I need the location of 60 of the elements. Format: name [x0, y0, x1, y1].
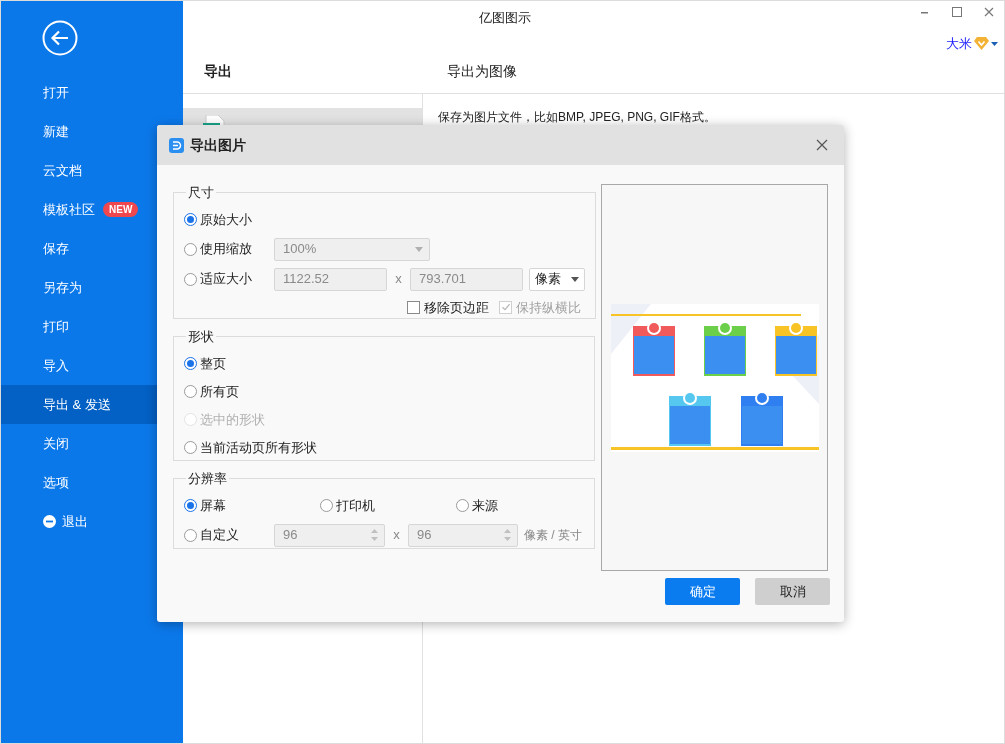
back-icon[interactable] [42, 20, 78, 56]
radio-label: 整页 [200, 354, 226, 373]
window-title: 亿图图示 [479, 9, 531, 27]
section-heading: 导出 [203, 62, 233, 81]
radio-button[interactable] [184, 357, 197, 370]
cancel-button[interactable]: 取消 [755, 578, 830, 605]
times-sign: x [394, 270, 403, 289]
section-heading: 导出为图像 [446, 62, 517, 81]
app-logo-icon [169, 137, 184, 153]
description: 保存为图片文件，比如BMP, JPEG, PNG, GIF格式。 [438, 109, 717, 126]
radio-button[interactable] [184, 441, 197, 454]
times-sign: x [392, 526, 401, 545]
input-field[interactable]: 793.701 [410, 267, 523, 291]
unit-label: 像素 / 英寸 [524, 527, 582, 544]
close-icon[interactable] [816, 139, 828, 151]
caret-icon [571, 276, 579, 282]
checkbox-label: 保持纵横比 [516, 298, 581, 317]
group-legend: 分辨率 [186, 469, 229, 489]
close-icon[interactable] [984, 7, 994, 17]
minus-circle-icon [43, 515, 56, 528]
input-field[interactable]: 96 [274, 523, 385, 547]
radio-button[interactable] [184, 528, 197, 542]
radio-label: 适应大小 [200, 270, 252, 289]
spinner-icon[interactable] [371, 528, 378, 542]
spinner-icon[interactable] [504, 528, 511, 542]
group-legend: 尺寸 [186, 183, 216, 203]
checkbox[interactable] [407, 300, 420, 314]
input-field[interactable]: 96 [408, 523, 518, 547]
radio-button[interactable] [184, 242, 197, 256]
radio-label: 屏幕 [200, 496, 226, 515]
ok-button[interactable]: 确定 [665, 578, 740, 605]
caret-icon [415, 246, 423, 252]
checkbox-label: 移除页边距 [424, 298, 489, 317]
user-name[interactable]: 大米 [946, 34, 972, 54]
sidebar-item[interactable]: 模板社区 NEW [1, 190, 183, 229]
radio-label: 选中的形状 [200, 410, 265, 429]
caret-icon[interactable] [991, 41, 998, 46]
radio-button[interactable] [184, 272, 197, 286]
radio-button[interactable] [184, 213, 197, 226]
unit-dropdown[interactable]: 像素 [529, 267, 585, 291]
maximize-icon[interactable] [952, 7, 962, 17]
radio-button[interactable] [184, 385, 197, 398]
sidebar-item[interactable]: 退出 [1, 502, 183, 541]
radio-label: 打印机 [336, 496, 375, 515]
radio-label: 自定义 [200, 526, 239, 545]
radio-button[interactable] [456, 499, 469, 512]
dialog-title: 导出图片 [190, 135, 247, 155]
radio-button[interactable] [320, 499, 333, 512]
sidebar-item[interactable]: 打开 [1, 73, 183, 112]
radio-label: 来源 [472, 496, 498, 515]
diamond-icon [974, 37, 989, 51]
radio-label: 所有页 [200, 382, 239, 401]
group-legend: 形状 [186, 327, 216, 347]
radio-label: 当前活动页所有形状 [200, 438, 317, 457]
radio-label: 原始大小 [200, 210, 252, 229]
radio-label: 使用缩放 [200, 240, 252, 259]
radio-button[interactable] [184, 499, 197, 512]
new-badge: NEW [103, 202, 139, 217]
input-field[interactable]: 1122.52 [274, 267, 387, 291]
input-field[interactable]: 100% [274, 237, 430, 261]
